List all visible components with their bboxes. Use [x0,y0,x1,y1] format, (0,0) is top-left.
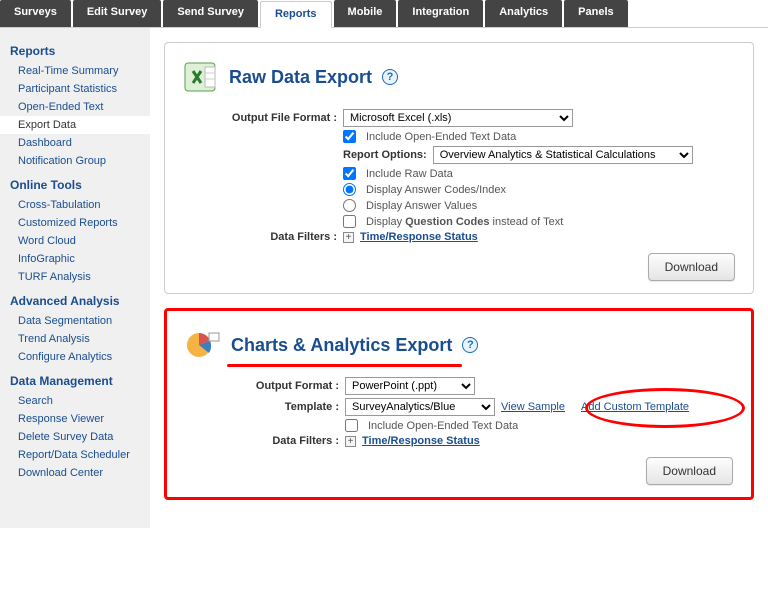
content-area: Raw Data Export ? Output File Format : M… [150,28,768,528]
data-filters-label: Data Filters : [183,231,343,243]
tab-edit-survey[interactable]: Edit Survey [73,0,162,27]
data-filters-label-2: Data Filters : [185,435,345,447]
output-file-format-label: Output File Format : [183,112,343,124]
excel-icon [183,59,219,95]
help-icon[interactable]: ? [462,337,478,353]
display-values-label: Display Answer Values [366,200,477,212]
time-response-status-link[interactable]: Time/Response Status [360,231,478,243]
time-response-status-link-2[interactable]: Time/Response Status [362,435,480,447]
raw-data-export-panel: Raw Data Export ? Output File Format : M… [164,42,754,294]
sidebar-item-turf-analysis[interactable]: TURF Analysis [0,268,150,286]
tab-analytics[interactable]: Analytics [485,0,562,27]
sidebar-item-data-segmentation[interactable]: Data Segmentation [0,312,150,330]
sidebar-item-dashboard[interactable]: Dashboard [0,134,150,152]
sidebar-item-trend-analysis[interactable]: Trend Analysis [0,330,150,348]
download-button-2[interactable]: Download [646,457,733,485]
add-custom-template-link[interactable]: Add Custom Template [581,401,689,413]
sidebar-item-configure-analytics[interactable]: Configure Analytics [0,348,150,366]
sidebar-item-report-data-scheduler[interactable]: Report/Data Scheduler [0,446,150,464]
sidebar-item-export-data[interactable]: Export Data [0,116,150,134]
sidebar-item-open-ended-text[interactable]: Open-Ended Text [0,98,150,116]
include-open-ended-checkbox-2[interactable] [345,419,358,432]
sidebar-group-reports: Reports [0,36,150,62]
tab-panels[interactable]: Panels [564,0,627,27]
include-open-ended-checkbox[interactable] [343,130,356,143]
report-options-label: Report Options: [343,149,427,161]
sidebar-item-cross-tabulation[interactable]: Cross-Tabulation [0,196,150,214]
display-codes-radio[interactable] [343,183,356,196]
sidebar: ReportsReal-Time SummaryParticipant Stat… [0,28,150,528]
sidebar-item-infographic[interactable]: InfoGraphic [0,250,150,268]
output-format-label: Output Format : [185,380,345,392]
sidebar-item-participant-statistics[interactable]: Participant Statistics [0,80,150,98]
sidebar-group-advanced-analysis: Advanced Analysis [0,286,150,312]
template-label: Template : [185,401,345,413]
tab-send-survey[interactable]: Send Survey [163,0,258,27]
charts-analytics-export-panel: Charts & Analytics Export ? Output Forma… [164,308,754,500]
sidebar-item-download-center[interactable]: Download Center [0,464,150,482]
display-values-radio[interactable] [343,199,356,212]
expand-icon[interactable]: + [343,232,354,243]
output-format-select[interactable]: PowerPoint (.ppt) [345,377,475,395]
report-options-select[interactable]: Overview Analytics & Statistical Calcula… [433,146,693,164]
sidebar-group-data-management: Data Management [0,366,150,392]
tab-mobile[interactable]: Mobile [334,0,397,27]
sidebar-item-search[interactable]: Search [0,392,150,410]
sidebar-item-response-viewer[interactable]: Response Viewer [0,410,150,428]
raw-export-title: Raw Data Export [229,67,372,88]
highlight-underline [227,364,462,367]
expand-icon[interactable]: + [345,436,356,447]
display-codes-label: Display Answer Codes/Index [366,184,506,196]
include-open-ended-label-2: Include Open-Ended Text Data [368,420,518,432]
template-select[interactable]: SurveyAnalytics/Blue [345,398,495,416]
top-tabs: SurveysEdit SurveySend SurveyReportsMobi… [0,0,768,28]
include-open-ended-label: Include Open-Ended Text Data [366,131,516,143]
view-sample-link[interactable]: View Sample [501,401,565,413]
sidebar-item-customized-reports[interactable]: Customized Reports [0,214,150,232]
display-qcodes-checkbox[interactable] [343,215,356,228]
sidebar-group-online-tools: Online Tools [0,170,150,196]
tab-reports[interactable]: Reports [260,1,332,28]
help-icon[interactable]: ? [382,69,398,85]
charts-export-title: Charts & Analytics Export [231,335,452,356]
download-button[interactable]: Download [648,253,735,281]
chart-icon [185,327,221,363]
output-file-format-select[interactable]: Microsoft Excel (.xls) [343,109,573,127]
sidebar-item-delete-survey-data[interactable]: Delete Survey Data [0,428,150,446]
sidebar-item-real-time-summary[interactable]: Real-Time Summary [0,62,150,80]
tab-integration[interactable]: Integration [398,0,483,27]
include-raw-data-checkbox[interactable] [343,167,356,180]
sidebar-item-notification-group[interactable]: Notification Group [0,152,150,170]
include-raw-data-label: Include Raw Data [366,168,453,180]
sidebar-item-word-cloud[interactable]: Word Cloud [0,232,150,250]
display-qcodes-label: Display Question Codes instead of Text [366,216,563,228]
tab-surveys[interactable]: Surveys [0,0,71,27]
